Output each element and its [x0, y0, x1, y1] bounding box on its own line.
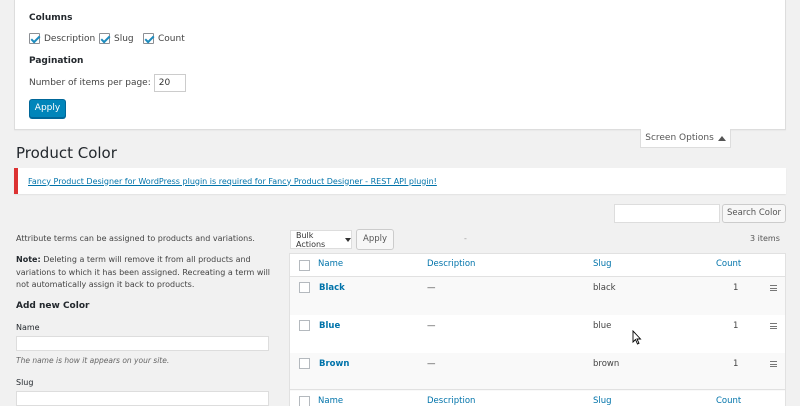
name-input[interactable]: [16, 336, 269, 351]
terms-table: Name Description Slug Count Black — blac…: [289, 253, 786, 406]
description-checkbox[interactable]: [29, 33, 40, 44]
table-footer-row: Name Description Slug Count: [290, 389, 785, 406]
row-checkbox[interactable]: [299, 282, 310, 293]
columns-heading: Columns: [29, 13, 73, 23]
table-row: Blue — blue 1: [290, 315, 785, 353]
term-description: —: [427, 321, 436, 331]
name-label: Name: [16, 323, 40, 332]
bulk-actions-select[interactable]: Bulk Actions: [290, 230, 352, 249]
error-notice: Fancy Product Designer for WordPress plu…: [14, 168, 786, 194]
term-name-link[interactable]: Brown: [319, 359, 349, 369]
items-count: 3 items: [750, 234, 780, 243]
table-row: Brown — brown 1: [290, 353, 785, 391]
column-toggle-slug[interactable]: Slug: [99, 33, 134, 44]
tablenav-separator: -: [464, 234, 467, 243]
column-label-count: Count: [158, 33, 185, 44]
per-page-input[interactable]: 20: [153, 74, 186, 92]
caret-up-icon: [717, 135, 726, 141]
term-count: 1: [733, 359, 739, 369]
column-footer-count[interactable]: Count: [716, 396, 741, 406]
screen-options-panel: Columns Description Slug Count Paginatio…: [14, 0, 786, 130]
term-count: 1: [733, 283, 739, 293]
term-description: —: [427, 283, 436, 293]
drag-handle-icon[interactable]: [770, 323, 777, 331]
row-checkbox[interactable]: [299, 320, 310, 331]
per-page-label: Number of items per page:: [29, 78, 151, 88]
column-footer-slug[interactable]: Slug: [593, 396, 612, 406]
screen-options-tab-label: Screen Options: [645, 133, 714, 143]
per-page-row: Number of items per page: 20: [29, 74, 186, 92]
column-label-slug: Slug: [114, 33, 134, 44]
term-description: —: [427, 359, 436, 369]
bulk-apply-button[interactable]: Apply: [356, 229, 394, 250]
column-footer-description[interactable]: Description: [427, 396, 475, 406]
term-name-link[interactable]: Black: [319, 283, 345, 293]
mouse-cursor-icon: [632, 330, 642, 345]
note-text: Deleting a term will remove it from all …: [16, 255, 271, 289]
column-label-description: Description: [44, 33, 96, 44]
column-footer-name[interactable]: Name: [318, 396, 343, 406]
row-checkbox[interactable]: [299, 358, 310, 369]
table-row: Black — black 1: [290, 277, 785, 315]
drag-handle-icon[interactable]: [770, 285, 777, 293]
column-header-description[interactable]: Description: [427, 259, 475, 269]
page-title: Product Color: [16, 144, 117, 162]
slug-input[interactable]: [16, 391, 269, 406]
slug-checkbox[interactable]: [99, 33, 110, 44]
notice-link[interactable]: Fancy Product Designer for WordPress plu…: [28, 177, 437, 186]
term-count: 1: [733, 321, 739, 331]
select-all-checkbox[interactable]: [299, 396, 310, 406]
select-all-checkbox[interactable]: [299, 260, 310, 271]
term-name-link[interactable]: Blue: [319, 321, 340, 331]
add-new-heading: Add new Color: [16, 301, 90, 311]
screen-options-tab[interactable]: Screen Options: [640, 129, 731, 148]
column-header-name[interactable]: Name: [318, 259, 343, 269]
pagination-heading: Pagination: [29, 56, 84, 66]
term-slug: blue: [593, 321, 612, 331]
attribute-terms-intro: Attribute terms can be assigned to produ…: [16, 234, 255, 243]
screen-options-apply-button[interactable]: Apply: [29, 99, 66, 118]
delete-note: Note: Deleting a term will remove it fro…: [16, 254, 281, 292]
search-input[interactable]: [614, 204, 720, 223]
chevron-down-icon: [345, 237, 351, 242]
slug-label: Slug: [16, 378, 34, 387]
column-toggle-count[interactable]: Count: [143, 33, 185, 44]
note-label: Note:: [16, 255, 41, 264]
drag-handle-icon[interactable]: [770, 361, 777, 369]
term-slug: black: [593, 283, 616, 293]
count-checkbox[interactable]: [143, 33, 154, 44]
column-toggle-description[interactable]: Description: [29, 33, 95, 44]
column-header-count[interactable]: Count: [716, 259, 741, 269]
column-header-slug[interactable]: Slug: [593, 259, 612, 269]
bulk-actions-label: Bulk Actions: [296, 230, 326, 249]
name-description: The name is how it appears on your site.: [16, 356, 170, 365]
term-slug: brown: [593, 359, 620, 369]
search-color-button[interactable]: Search Color: [722, 204, 786, 223]
table-header-row: Name Description Slug Count: [290, 254, 785, 277]
